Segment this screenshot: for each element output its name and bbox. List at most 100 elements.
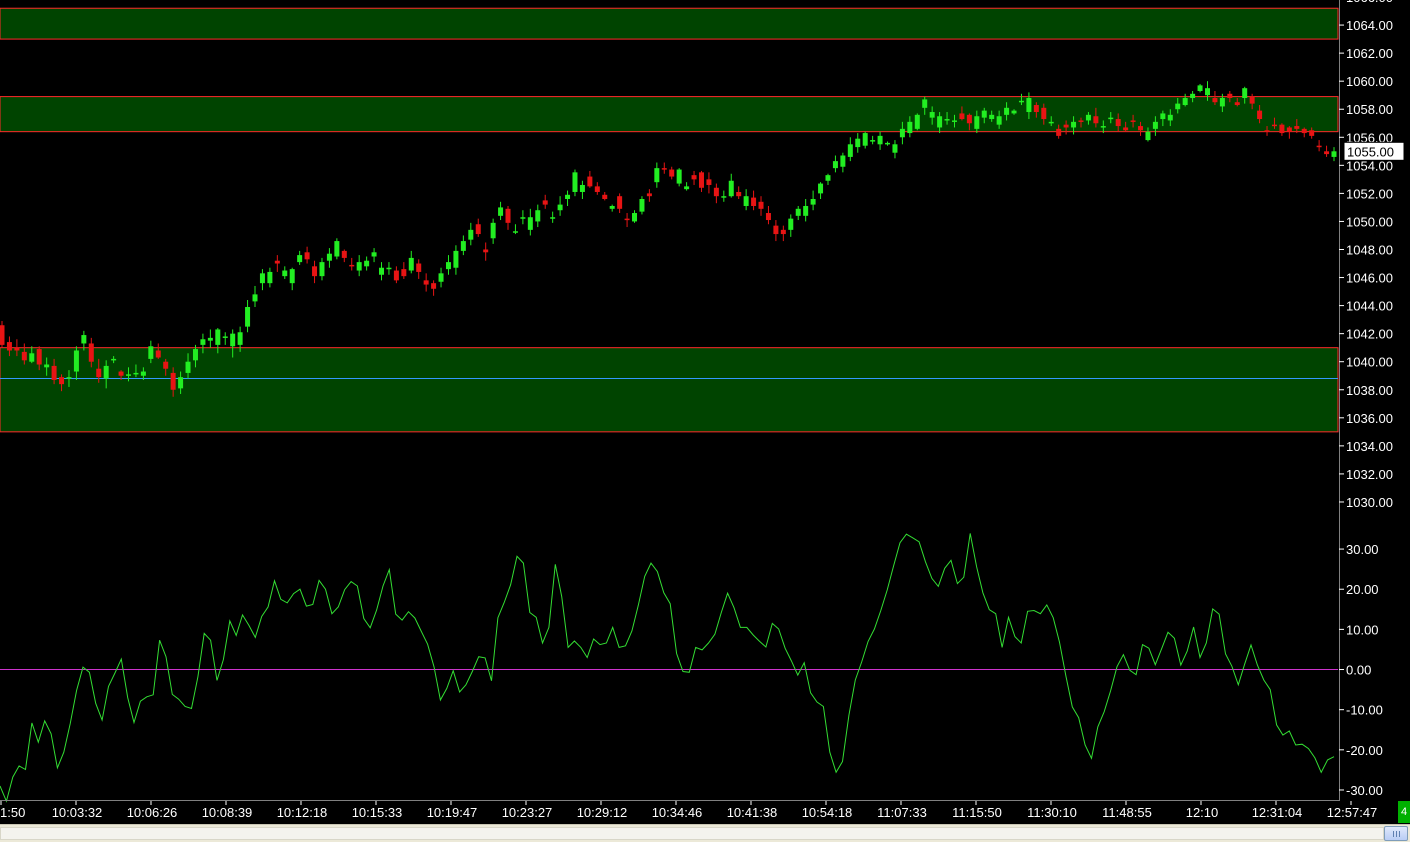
x-axis: 1:50 10:03:32 10:06:26 10:08:39 10:12:18 10:1… — [0, 800, 1377, 820]
candle-body — [401, 269, 407, 277]
candle-body — [780, 229, 786, 235]
candle-body — [319, 262, 325, 277]
candle-body — [468, 229, 474, 240]
grip-icon — [1399, 831, 1400, 837]
x-tick-label: 10:06:26 — [127, 805, 178, 820]
candle-body — [706, 179, 712, 185]
candle-body — [721, 196, 727, 198]
osc-tick-label: 20.00 — [1346, 582, 1379, 597]
up-candle — [684, 182, 690, 191]
down-candle — [312, 260, 318, 284]
candle-body — [1286, 127, 1292, 132]
candle-body — [252, 294, 258, 302]
y-tick-label: 1044.00 — [1346, 299, 1393, 314]
candle-body — [654, 168, 660, 183]
y-tick-label: 1038.00 — [1346, 383, 1393, 398]
candle-body — [0, 325, 5, 345]
y-tick-label: 1032.00 — [1346, 467, 1393, 482]
candle-body — [743, 196, 749, 207]
candle-body — [356, 262, 362, 271]
candle-body — [639, 198, 645, 212]
y-tick-label: 1058.00 — [1346, 102, 1393, 117]
y-tick-label: 1042.00 — [1346, 327, 1393, 342]
candle-body — [431, 283, 437, 289]
candle-body — [646, 193, 652, 197]
candle-body — [1004, 107, 1010, 115]
candle-body — [1234, 102, 1240, 106]
candle-body — [713, 187, 719, 197]
candle-body — [542, 200, 548, 205]
candle-body — [661, 168, 667, 170]
x-tick-label: 10:23:27 — [502, 805, 553, 820]
candle-body — [1085, 114, 1091, 121]
down-candle — [423, 273, 429, 292]
up-candle — [535, 204, 541, 228]
candle-body — [297, 255, 303, 263]
up-candle — [468, 222, 474, 246]
grip-icon — [1393, 831, 1394, 837]
up-candle — [914, 113, 920, 131]
candle-body — [200, 339, 206, 345]
candle-body — [505, 208, 511, 223]
scrollbar-thumb[interactable] — [1384, 826, 1408, 841]
osc-tick-label: -10.00 — [1346, 703, 1383, 718]
up-candle — [386, 262, 392, 275]
candle-body — [51, 365, 57, 380]
candle-body — [832, 161, 838, 169]
candle-body — [944, 119, 950, 121]
y-tick-label: 1040.00 — [1346, 355, 1393, 370]
horizontal-scrollbar[interactable] — [0, 824, 1410, 842]
candle-body — [989, 114, 995, 120]
y-tick-label: 1046.00 — [1346, 271, 1393, 286]
x-tick-label: 12:31:04 — [1252, 805, 1303, 820]
candle-body — [669, 169, 675, 177]
candle-body — [996, 116, 1002, 125]
down-candle — [431, 280, 437, 296]
x-tick-label: 10:29:12 — [577, 805, 628, 820]
x-tick-label: 12:10 — [1186, 805, 1219, 820]
up-candle — [408, 250, 414, 274]
candle-body — [1249, 96, 1255, 104]
up-candle — [795, 206, 801, 221]
x-tick-label: 11:30:10 — [1027, 805, 1077, 820]
x-tick-label: 11:48:55 — [1102, 805, 1152, 820]
current-price-tag: 1055.00 — [1343, 141, 1405, 161]
candle-body — [1182, 98, 1188, 106]
corner-badge[interactable]: 4 — [1398, 801, 1410, 823]
candle-body — [698, 172, 704, 188]
x-tick-label: 10:03:32 — [52, 805, 103, 820]
y-tick-label: 1060.00 — [1346, 74, 1393, 89]
supply-demand-zone — [0, 96, 1339, 133]
candle-body — [1160, 113, 1166, 120]
candle-body — [386, 267, 392, 270]
up-candle — [892, 140, 898, 159]
candle-body — [818, 183, 824, 194]
candle-body — [163, 361, 169, 369]
up-candle — [877, 131, 883, 150]
up-candle — [855, 133, 861, 153]
candle-body — [1219, 98, 1225, 107]
candle-body — [1138, 126, 1144, 131]
up-candle — [1182, 93, 1188, 107]
up-candle — [289, 267, 295, 291]
candle-body — [88, 343, 94, 362]
candle-body — [170, 372, 176, 390]
candle-body — [1078, 120, 1084, 122]
candle-body — [840, 155, 846, 167]
down-candle — [617, 193, 623, 214]
down-candle — [1279, 123, 1285, 136]
y-tick-label: 1062.00 — [1346, 46, 1393, 61]
candle-body — [535, 210, 541, 222]
candle-body — [877, 135, 883, 145]
candle-body — [445, 262, 451, 270]
candle-body — [1190, 93, 1196, 99]
candle-body — [527, 217, 533, 230]
scrollbar-track[interactable] — [0, 827, 1384, 840]
candle-body — [207, 337, 213, 341]
candle-body — [1242, 88, 1248, 99]
down-candle — [1301, 127, 1307, 138]
osc-tick-label: 10.00 — [1346, 622, 1379, 637]
candle-body — [773, 225, 779, 235]
up-candle — [326, 248, 332, 268]
candle-body — [118, 371, 124, 376]
